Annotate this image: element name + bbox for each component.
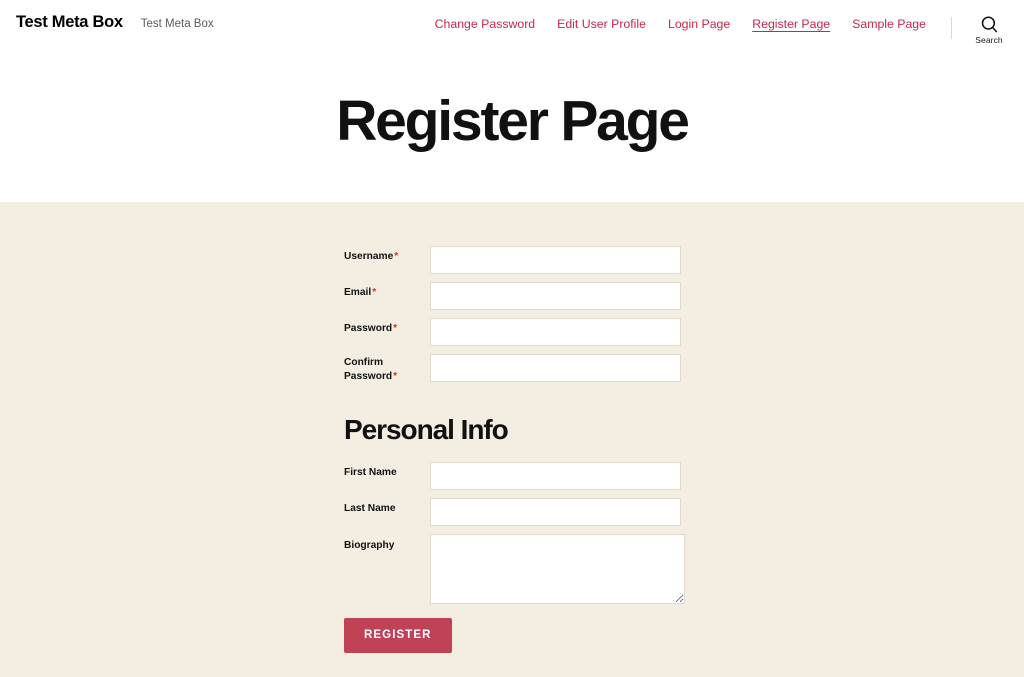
- search-label: Search: [975, 35, 1003, 45]
- password-label: Password*: [344, 318, 430, 336]
- confirm-password-field[interactable]: [430, 354, 681, 382]
- primary-navigation: Change Password Edit User Profile Login …: [424, 14, 937, 32]
- register-button[interactable]: Register: [344, 617, 452, 653]
- field-row-password: Password*: [344, 318, 682, 346]
- confirm-password-control: [430, 354, 682, 382]
- site-branding: Test Meta Box Test Meta Box: [0, 14, 214, 31]
- site-tagline: Test Meta Box: [140, 18, 214, 30]
- field-row-confirm-password: Confirm Password*: [344, 354, 682, 384]
- email-control: [430, 282, 682, 310]
- nav-link-change-password[interactable]: Change Password: [424, 17, 546, 32]
- required-marker: *: [372, 287, 377, 298]
- username-field[interactable]: [430, 246, 681, 274]
- confirm-password-label: Confirm Password*: [344, 354, 430, 384]
- nav-link-sample-page[interactable]: Sample Page: [841, 17, 937, 32]
- password-field[interactable]: [430, 318, 681, 346]
- required-marker: *: [393, 323, 398, 334]
- biography-label: Biography: [344, 539, 395, 551]
- field-row-first-name: First Name: [344, 461, 682, 490]
- last-name-control: [430, 497, 682, 526]
- field-row-username: Username*: [344, 246, 682, 274]
- field-row-email: Email*: [344, 282, 682, 310]
- site-title[interactable]: Test Meta Box: [16, 14, 123, 31]
- required-marker: *: [393, 370, 398, 382]
- email-field[interactable]: [430, 282, 681, 310]
- first-name-field[interactable]: [430, 461, 681, 490]
- header-divider: [951, 17, 952, 39]
- site-header: Test Meta Box Test Meta Box Change Passw…: [0, 0, 1024, 53]
- page-content: Username* Email* Password* Confirm Passw…: [0, 202, 1024, 677]
- username-label: Username*: [344, 246, 430, 264]
- email-label-text: Email: [344, 287, 372, 298]
- header-right: Change Password Edit User Profile Login …: [424, 14, 1024, 45]
- nav-link-edit-user-profile[interactable]: Edit User Profile: [546, 17, 657, 32]
- biography-field[interactable]: [430, 533, 685, 604]
- password-label-text: Password: [344, 323, 393, 334]
- search-icon: [980, 15, 999, 34]
- page-hero: Register Page: [0, 53, 1024, 202]
- submit-row: Register: [344, 617, 682, 653]
- last-name-label: Last Name: [344, 502, 396, 514]
- field-row-biography: Biography: [344, 533, 685, 604]
- username-control: [430, 246, 682, 274]
- nav-link-register-page[interactable]: Register Page: [741, 17, 841, 32]
- registration-form: Username* Email* Password* Confirm Passw…: [342, 246, 685, 653]
- username-label-text: Username: [344, 251, 394, 262]
- personal-info-heading: Personal Info: [344, 413, 509, 445]
- nav-link-login-page[interactable]: Login Page: [657, 17, 741, 32]
- search-toggle-button[interactable]: Search: [968, 14, 1010, 45]
- required-marker: *: [394, 251, 399, 262]
- last-name-field[interactable]: [430, 497, 681, 526]
- biography-control: [430, 533, 685, 604]
- password-control: [430, 318, 682, 346]
- field-row-last-name: Last Name: [344, 497, 682, 526]
- email-label: Email*: [344, 282, 430, 300]
- first-name-label: First Name: [344, 466, 397, 478]
- page-title: Register Page: [336, 89, 690, 153]
- first-name-control: [430, 461, 682, 490]
- confirm-password-label-text: Confirm Password: [344, 357, 393, 382]
